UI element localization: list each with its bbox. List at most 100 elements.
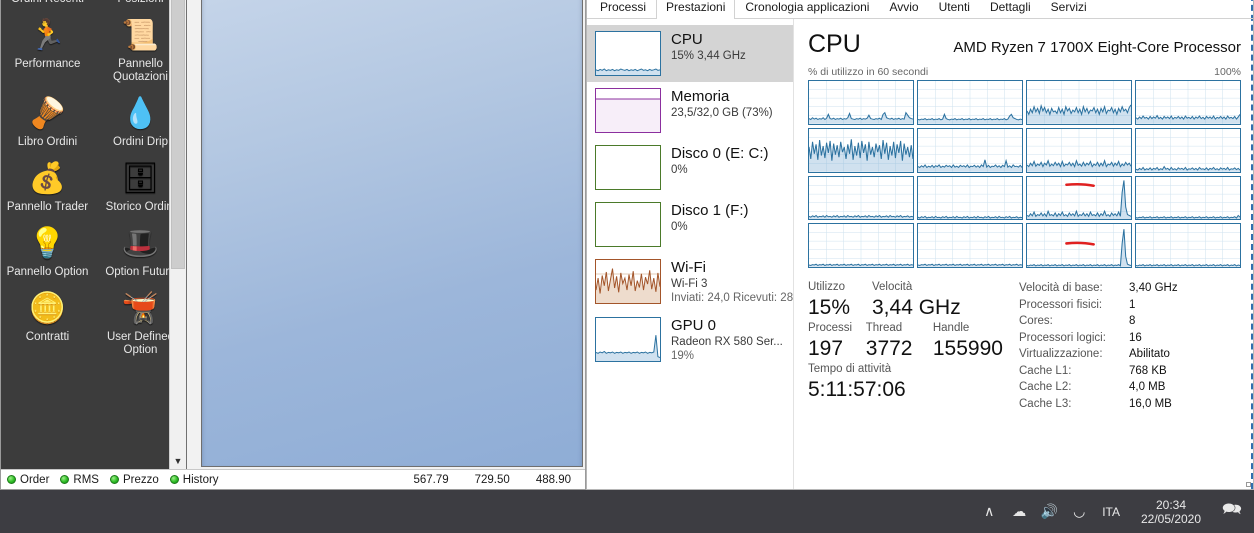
cpu-core-graph[interactable] (808, 176, 914, 221)
system-tray[interactable]: ∧☁🔊◡ ITA 20:34 22/05/2020 🗪 (974, 490, 1254, 533)
option-future-icon: 🎩 (122, 224, 159, 264)
shortcut-contracts-icon[interactable]: 🪙 Contratti (1, 283, 94, 361)
cpu-core-graph[interactable] (1135, 128, 1241, 173)
tray-icon-group[interactable]: ∧☁🔊◡ (974, 490, 1094, 533)
cpu-stat-value: 3,44 GHz (872, 295, 992, 321)
cpu-core-graph[interactable] (1026, 223, 1132, 268)
task-manager-tab-bar[interactable]: ProcessiPrestazioniCronologia applicazio… (587, 0, 1253, 19)
onedrive-icon[interactable]: ☁ (1004, 490, 1034, 533)
shortcut-label: Performance (15, 58, 81, 71)
cpu-statistics: Utilizzo15%Velocità3,44 GHzProcessi197Th… (808, 280, 1241, 412)
cpu-info-value: 8 (1129, 313, 1135, 330)
resource-text: GPU 0Radeon RX 580 Ser...19% (671, 317, 783, 363)
resource-title: Disco 1 (F:) (671, 202, 749, 220)
shortcut-option-panel-icon[interactable]: 💡Pannello Option (1, 218, 94, 283)
cpu-core-graph[interactable] (808, 223, 914, 268)
cpu-core-graph[interactable] (917, 223, 1023, 268)
cpu-core-graph[interactable] (917, 176, 1023, 221)
shortcut-icon-panel[interactable]: 💴Ordini Recenti📦Posizioni🏃Performance📜Pa… (1, 0, 187, 469)
cpu-info-row: Cores:8 (1019, 313, 1178, 330)
clock[interactable]: 20:34 22/05/2020 (1128, 498, 1214, 526)
shortcut-label: Contratti (26, 331, 69, 344)
show-hidden-icons[interactable]: ∧ (974, 490, 1004, 533)
shortcut-label: Ordini Recenti (11, 0, 84, 6)
resource-item-disco-0-e-c[interactable]: Disco 0 (E: C:)0% (587, 139, 793, 196)
drip-orders-icon: 💧 (122, 94, 159, 134)
cpu-info-value: 4,0 MB (1129, 379, 1165, 396)
performance-icon: 🏃 (29, 16, 66, 56)
resource-text: Disco 1 (F:)0% (671, 202, 749, 234)
resource-detail: Inviati: 24,0 Ricevuti: 28 (671, 291, 787, 305)
logical-processors-graph-grid[interactable] (808, 80, 1241, 268)
tab-servizi[interactable]: Servizi (1041, 0, 1097, 18)
resource-item-disco-1-f[interactable]: Disco 1 (F:)0% (587, 196, 793, 253)
cpu-core-graph[interactable] (808, 80, 914, 125)
tab-dettagli[interactable]: Dettagli (980, 0, 1041, 18)
cpu-stat-value: 15% (808, 295, 872, 321)
quotes-panel-icon: 📜 (122, 16, 159, 56)
shortcut-label: Ordini Drip (113, 136, 168, 149)
chevron-down-icon[interactable]: ▼ (170, 452, 186, 469)
cpu-stat-value: 5:11:57:06 (808, 377, 1013, 403)
cpu-core-graph[interactable] (917, 128, 1023, 173)
cpu-core-graph[interactable] (1135, 176, 1241, 221)
resize-handle[interactable] (1246, 482, 1251, 487)
volume-icon[interactable]: 🔊 (1034, 490, 1064, 533)
shortcut-label: Posizioni (117, 0, 163, 6)
resource-text: Memoria23,5/32,0 GB (73%) (671, 88, 773, 120)
resource-item-cpu[interactable]: CPU15% 3,44 GHz (587, 25, 793, 82)
task-manager-window[interactable]: FileOpzioniVisualizza ProcessiPrestazion… (586, 0, 1254, 490)
cpu-info-row: Processori logici:16 (1019, 330, 1178, 347)
resource-subtitle: Radeon RX 580 Ser... (671, 335, 783, 349)
cpu-core-graph[interactable] (1026, 176, 1132, 221)
cpu-core-graph[interactable] (1026, 128, 1132, 173)
shortcut-performance-icon[interactable]: 🏃 Performance (1, 10, 94, 88)
cpu-info-label: Cache L2: (1019, 379, 1129, 396)
shortcut-trader-panel-icon[interactable]: 💰Pannello Trader (1, 153, 94, 218)
resource-text: Disco 0 (E: C:)0% (671, 145, 769, 177)
resource-item-memoria[interactable]: Memoria23,5/32,0 GB (73%) (587, 82, 793, 139)
shortcut-recent-orders-icon[interactable]: 💴Ordini Recenti (1, 0, 94, 10)
cpu-stat-row: Utilizzo15%Velocità3,44 GHz (808, 280, 1013, 321)
cpu-core-graph[interactable] (1135, 223, 1241, 268)
cpu-stat-handle: Handle155990 (933, 321, 1013, 362)
action-center-icon[interactable]: 🗪 (1214, 490, 1250, 533)
chart-workspace-pane[interactable] (201, 0, 583, 467)
wifi-icon[interactable]: ◡ (1064, 490, 1094, 533)
cpu-core-graph[interactable] (808, 128, 914, 173)
icon-panel-scrollbar[interactable]: ▼ (169, 0, 186, 469)
resource-subtitle: 15% 3,44 GHz (671, 49, 746, 63)
scrollbar-track[interactable] (170, 0, 186, 452)
scrollbar-thumb[interactable] (171, 0, 185, 269)
tab-avvio[interactable]: Avvio (879, 0, 928, 18)
shortcut-order-book-icon[interactable]: 🪘Libro Ordini (1, 88, 94, 153)
tab-processi[interactable]: Processi (590, 0, 656, 18)
tab-cronologia-applicazioni[interactable]: Cronologia applicazioni (735, 0, 879, 18)
tab-prestazioni[interactable]: Prestazioni (656, 0, 735, 19)
resource-title: GPU 0 (671, 317, 783, 335)
windows-taskbar[interactable]: ∧☁🔊◡ ITA 20:34 22/05/2020 🗪 (0, 490, 1254, 533)
resource-item-wi-fi[interactable]: Wi-FiWi-Fi 3Inviati: 24,0 Ricevuti: 28 (587, 253, 793, 311)
cpu-info-value: 16,0 MB (1129, 396, 1172, 413)
contracts-icon: 🪙 (29, 289, 66, 329)
trader-panel-icon: 💰 (29, 159, 66, 199)
cpu-core-graph[interactable] (1026, 80, 1132, 125)
cpu-stat-utilizzo: Utilizzo15% (808, 280, 872, 321)
shortcut-label: Libro Ordini (18, 136, 77, 149)
cpu-core-graph[interactable] (917, 80, 1023, 125)
resource-item-gpu-0[interactable]: GPU 0Radeon RX 580 Ser...19% (587, 311, 793, 369)
cpu-core-graph[interactable] (1135, 80, 1241, 125)
trading-application-window[interactable]: 💴Ordini Recenti📦Posizioni🏃Performance📜Pa… (0, 0, 586, 490)
shortcut-label: Storico Ordini (106, 201, 176, 214)
resource-list-sidebar[interactable]: CPU15% 3,44 GHz Memoria23,5/32,0 GB (73%)… (587, 19, 794, 489)
graph-x-label: % di utilizzo in 60 secondi (808, 66, 928, 78)
clock-time: 20:34 (1138, 498, 1204, 512)
status-dot-icon (170, 475, 179, 484)
tab-utenti[interactable]: Utenti (929, 0, 980, 18)
cpu-primary-stats: Utilizzo15%Velocità3,44 GHzProcessi197Th… (808, 280, 1013, 412)
language-indicator[interactable]: ITA (1094, 505, 1128, 519)
cpu-info-value: 16 (1129, 330, 1142, 347)
resource-thumbnail (595, 88, 661, 133)
resource-thumbnail (595, 259, 661, 304)
cpu-stat-velocit-: Velocità3,44 GHz (872, 280, 992, 321)
